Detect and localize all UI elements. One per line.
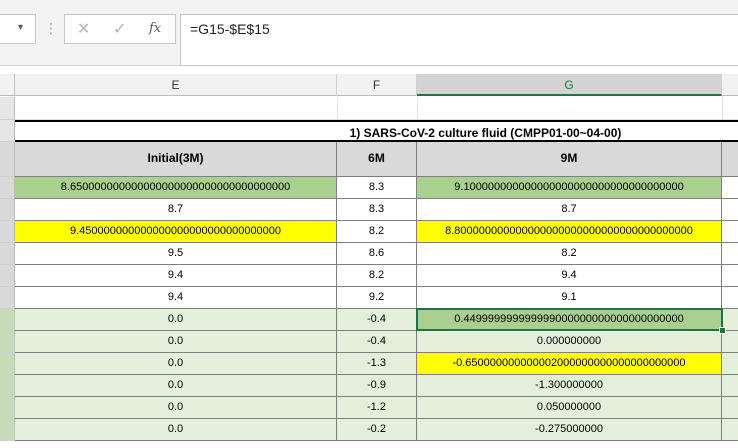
name-box-dropdown-icon[interactable]: ▾ [18,22,23,33]
cell-f[interactable]: 8.3 [337,199,417,221]
row-header[interactable] [0,199,15,221]
cell-f[interactable]: -1.2 [337,397,417,419]
cell-h[interactable] [722,397,738,419]
cell-g[interactable]: 8.80000000000000000000000000000000000000… [417,221,722,243]
header-9m[interactable]: 9M [417,142,722,177]
cell-e[interactable]: 0.0 [15,375,337,397]
cell-e[interactable]: 9.4 [15,287,337,309]
cell-f[interactable]: -0.4 [337,309,417,331]
cell-g[interactable]: 0.000000000 [417,331,722,353]
cell-e[interactable]: 0.0 [15,397,337,419]
formula-bar-resize-handle-icon[interactable]: ⋮ [44,20,58,37]
cell-g[interactable]: -1.300000000 [417,375,722,397]
column-header-g[interactable]: G [417,74,722,96]
formula-text: =G15-$E$15 [190,21,270,37]
cell-g[interactable]: -0.275000000 [417,419,722,441]
header-extra[interactable] [722,142,738,177]
insert-function-icon[interactable]: fx [149,21,161,36]
row-header[interactable] [0,287,15,309]
cell-h[interactable] [722,419,738,441]
cell-f[interactable]: -0.9 [337,375,417,397]
cell-h[interactable] [722,331,738,353]
row-header[interactable] [0,243,15,265]
cell-e[interactable]: 9.5 [15,243,337,265]
cell-h[interactable] [722,199,738,221]
cell-h[interactable] [722,287,738,309]
cell-h[interactable] [722,353,738,375]
cell-f[interactable]: 8.3 [337,177,417,199]
cell-f[interactable]: 9.2 [337,287,417,309]
cell-h[interactable] [722,243,738,265]
cell-f[interactable]: 8.2 [337,265,417,287]
cell-f[interactable]: 8.6 [337,243,417,265]
cell-g[interactable]: 9.1 [417,287,722,309]
row-header[interactable] [0,375,15,397]
row-header[interactable] [0,309,15,331]
column-header-h[interactable] [722,74,738,96]
column-header-row: E F G [0,74,738,96]
enter-icon[interactable]: ✓ [113,19,126,39]
cell-g[interactable]: 8.7 [417,199,722,221]
table-title[interactable]: 1) SARS-CoV-2 culture fluid (CMPP01-00~0… [15,120,738,142]
row-header[interactable] [0,419,15,441]
cell-e[interactable]: 8.650000000000000000000000000000000000 [15,177,337,199]
row-header[interactable] [0,97,15,120]
cell-g[interactable]: 0.449999999999999000000000000000000000 [417,309,722,331]
row-header[interactable] [0,397,15,419]
cell-h[interactable] [722,265,738,287]
blank-row[interactable] [15,97,738,120]
cell-f[interactable]: -0.4 [337,331,417,353]
row-header[interactable] [0,177,15,199]
column-header-f[interactable]: F [337,74,417,96]
row-header[interactable] [0,265,15,287]
cell-g[interactable]: 9.100000000000000000000000000000000000 [417,177,722,199]
cell-g[interactable]: 8.2 [417,243,722,265]
header-initial-3m[interactable]: Initial(3M) [15,142,337,177]
fill-handle[interactable] [719,327,726,334]
row-header[interactable] [0,353,15,375]
row-header[interactable] [0,221,15,243]
cell-e[interactable]: 0.0 [15,419,337,441]
formula-buttons: ✕ ✓ fx [64,14,176,44]
cancel-icon[interactable]: ✕ [77,19,90,39]
cell-f[interactable]: -0.2 [337,419,417,441]
cell-g[interactable]: -0.650000000000002000000000000000000000 [417,353,722,375]
row-header[interactable] [0,142,15,177]
cell-f[interactable]: -1.3 [337,353,417,375]
cell-h[interactable] [722,375,738,397]
cell-e[interactable]: 9.4 [15,265,337,287]
cell-f[interactable]: 8.2 [337,221,417,243]
cell-g[interactable]: 0.050000000 [417,397,722,419]
select-all-corner[interactable] [0,74,15,96]
cell-e[interactable]: 0.0 [15,353,337,375]
cell-e[interactable]: 0.0 [15,331,337,353]
cell-e[interactable]: 0.0 [15,309,337,331]
table-title-text: 1) SARS-CoV-2 culture fluid (CMPP01-00~0… [349,126,622,140]
header-6m[interactable]: 6M [337,142,417,177]
row-header[interactable] [0,331,15,353]
cell-h[interactable] [722,221,738,243]
cell-e[interactable]: 9.450000000000000000000000000000000 [15,221,337,243]
row-header[interactable] [0,120,15,142]
column-header-e[interactable]: E [15,74,337,96]
cell-h[interactable] [722,177,738,199]
cell-e[interactable]: 8.7 [15,199,337,221]
cell-g[interactable]: 9.4 [417,265,722,287]
